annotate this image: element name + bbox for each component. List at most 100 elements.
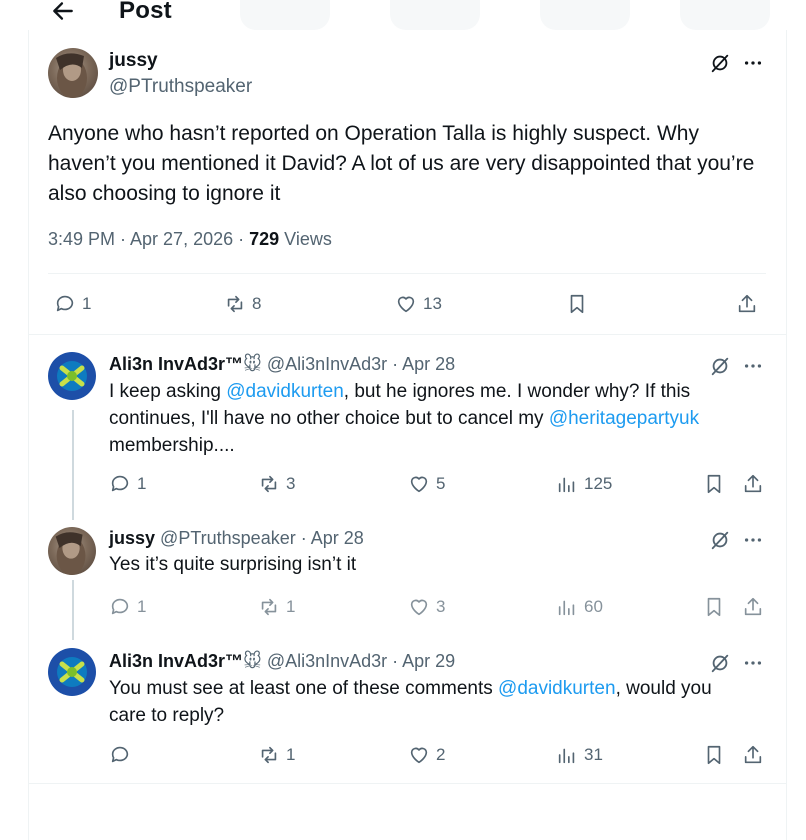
mention-link[interactable]: @heritagepartyuk	[549, 408, 699, 429]
author-emoji: 🐭	[243, 354, 262, 374]
avatar[interactable]	[48, 648, 96, 696]
like-button[interactable]: 3	[408, 596, 445, 618]
repost-button[interactable]: 3	[258, 473, 295, 495]
thread-line	[72, 410, 74, 520]
grok-icon[interactable]	[707, 527, 733, 553]
reply-meta: Ali3n InvAd3r™🐭 @Ali3nInvAd3r · Apr 28	[109, 354, 455, 375]
thread-line	[72, 580, 74, 640]
repost-count: 1	[286, 597, 296, 616]
author-name[interactable]: Ali3n InvAd3r™	[109, 354, 243, 374]
repost-icon	[227, 295, 243, 313]
like-button[interactable]: 5	[408, 473, 445, 495]
reply-text: You must see at least one of these comme…	[109, 675, 749, 729]
author-name[interactable]: jussy	[109, 50, 158, 72]
avatar[interactable]	[48, 352, 96, 400]
divider	[28, 783, 787, 784]
author-handle-date[interactable]: @Ali3nInvAd3r · Apr 28	[267, 354, 455, 374]
page-title: Post	[119, 0, 172, 24]
repost-count: 1	[286, 745, 296, 764]
divider	[48, 273, 766, 274]
like-icon	[410, 476, 428, 493]
divider	[28, 334, 787, 335]
views-count: 60	[584, 597, 603, 616]
bookmark-icon	[707, 474, 721, 494]
reply-count: 1	[82, 294, 92, 313]
like-button[interactable]: 2	[408, 744, 445, 766]
mention-link[interactable]: @davidkurten	[226, 381, 344, 402]
header-ghost	[680, 0, 770, 30]
views-button[interactable]: 125	[556, 473, 612, 495]
reply-meta: jussy @PTruthspeaker · Apr 28	[109, 528, 364, 549]
grok-icon[interactable]	[707, 50, 733, 76]
reply-button[interactable]: 1	[54, 293, 91, 315]
author-handle-date[interactable]: @PTruthspeaker · Apr 28	[160, 528, 364, 548]
repost-count: 3	[286, 474, 296, 493]
author-handle[interactable]: @PTruthspeaker	[109, 76, 252, 98]
bookmark-icon	[707, 745, 721, 765]
views-count: 729	[249, 229, 280, 249]
grok-icon[interactable]	[707, 353, 733, 379]
reply-button[interactable]	[109, 744, 137, 766]
repost-icon	[261, 598, 277, 616]
text-segment: membership....	[109, 435, 235, 456]
author-emoji: 🐭	[243, 651, 262, 671]
repost-count: 8	[252, 294, 262, 313]
mention-link[interactable]: @davidkurten	[498, 678, 616, 699]
views-icon	[558, 477, 575, 493]
reply-count: 1	[137, 597, 147, 616]
share-icon	[738, 294, 756, 313]
reply-icon	[56, 295, 74, 312]
bookmark-button[interactable]	[566, 293, 588, 315]
reply-button[interactable]: 1	[109, 473, 146, 495]
like-icon	[410, 599, 428, 616]
more-icon[interactable]	[740, 650, 766, 676]
views-button[interactable]: 31	[556, 744, 603, 766]
reply-icon	[111, 598, 129, 615]
reply-meta: Ali3n InvAd3r™🐭 @Ali3nInvAd3r · Apr 29	[109, 651, 455, 672]
repost-button[interactable]: 1	[258, 744, 295, 766]
bookmark-button[interactable]	[703, 473, 725, 495]
bookmark-button[interactable]	[703, 744, 725, 766]
views-icon	[558, 600, 575, 616]
avatar[interactable]	[48, 527, 96, 575]
share-icon	[744, 474, 762, 493]
repost-button[interactable]: 1	[258, 596, 295, 618]
avatar[interactable]	[48, 48, 98, 98]
grok-icon[interactable]	[707, 650, 733, 676]
post-timestamp: 3:49 PM · Apr 27, 2026 · 729 Views	[48, 229, 332, 250]
text-segment: You must see at least one of these comme…	[109, 678, 499, 699]
share-icon	[744, 597, 762, 616]
back-arrow-icon[interactable]	[50, 0, 76, 24]
reply-icon	[111, 475, 129, 492]
views-button[interactable]: 60	[556, 596, 603, 618]
repost-icon	[261, 746, 277, 764]
timestamp-text[interactable]: 3:49 PM · Apr 27, 2026 ·	[48, 229, 249, 249]
reply-button[interactable]: 1	[109, 596, 146, 618]
like-count: 2	[436, 745, 446, 764]
author-name[interactable]: Ali3n InvAd3r™	[109, 651, 243, 671]
share-button[interactable]	[742, 473, 764, 495]
header-ghost	[390, 0, 480, 30]
views-count: 31	[584, 745, 603, 764]
like-count: 3	[436, 597, 446, 616]
share-button[interactable]	[736, 293, 758, 315]
like-button[interactable]: 13	[395, 293, 442, 315]
reply-text: Yes it’s quite surprising isn’t it	[109, 554, 357, 575]
bookmark-button[interactable]	[703, 596, 725, 618]
reply-icon	[111, 746, 129, 763]
more-icon[interactable]	[740, 527, 766, 553]
more-icon[interactable]	[740, 50, 766, 76]
share-button[interactable]	[742, 596, 764, 618]
bookmark-icon	[707, 597, 721, 617]
like-icon	[397, 296, 415, 313]
repost-button[interactable]: 8	[224, 293, 261, 315]
share-button[interactable]	[742, 744, 764, 766]
header-ghost	[240, 0, 330, 30]
views-count: 125	[584, 474, 613, 493]
author-name[interactable]: jussy	[109, 528, 155, 548]
reply-text: I keep asking @davidkurten, but he ignor…	[109, 378, 749, 459]
reply-count: 1	[137, 474, 147, 493]
post-text: Anyone who hasn’t reported on Operation …	[48, 122, 755, 205]
author-handle-date[interactable]: @Ali3nInvAd3r · Apr 29	[267, 651, 455, 671]
more-icon[interactable]	[740, 353, 766, 379]
